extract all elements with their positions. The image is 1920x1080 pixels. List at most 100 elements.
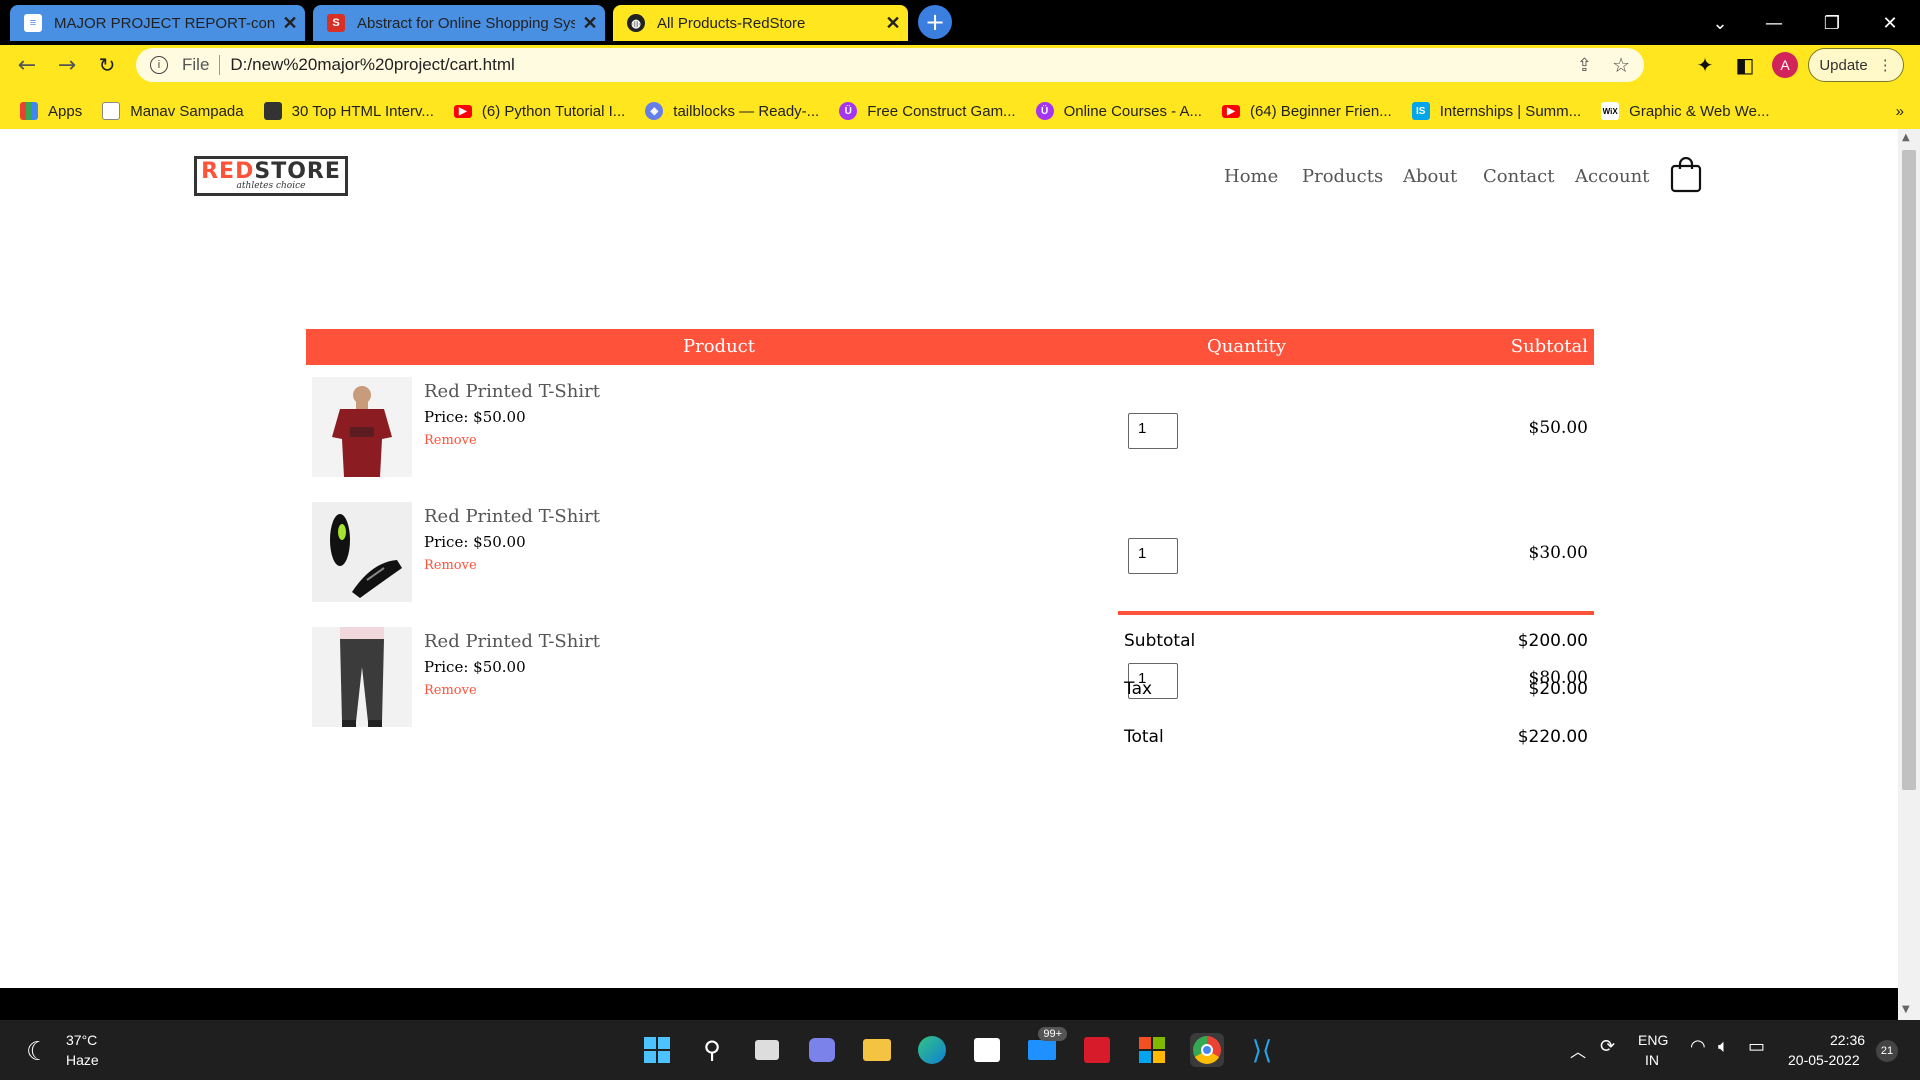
- bookmark-label: Manav Sampada: [130, 102, 244, 120]
- close-icon[interactable]: ✕: [275, 13, 305, 34]
- new-tab-button[interactable]: +: [918, 5, 952, 39]
- volume-icon[interactable]: 🔈︎: [1718, 1036, 1729, 1057]
- bookmark-online-courses[interactable]: Ü Online Courses - A...: [1035, 102, 1202, 120]
- logo-tagline: athletes choice: [236, 181, 306, 191]
- language-label[interactable]: ENG: [1638, 1032, 1668, 1048]
- bookmark-tailblocks[interactable]: ◈ tailblocks — Ready-...: [645, 102, 819, 120]
- cart-bag-icon[interactable]: [1670, 157, 1702, 193]
- moon-weather-icon[interactable]: ☾: [26, 1036, 49, 1067]
- close-icon[interactable]: ✕: [878, 13, 908, 34]
- close-icon[interactable]: ✕: [575, 13, 605, 34]
- remove-link[interactable]: Remove: [424, 558, 477, 573]
- product-name[interactable]: Red Printed T-Shirt: [424, 631, 600, 652]
- overflow-label: »: [1895, 102, 1904, 120]
- nav-account[interactable]: Account: [1575, 166, 1649, 187]
- restore-button[interactable]: ❐: [1812, 8, 1852, 38]
- address-bar[interactable]: i File D:/new%20major%20project/cart.htm…: [136, 48, 1644, 82]
- bookmark-graphic-web[interactable]: WiX Graphic & Web We...: [1601, 102, 1770, 120]
- bookmark-label: Internships | Summ...: [1439, 102, 1582, 120]
- back-icon[interactable]: ←: [12, 50, 42, 80]
- cart-row: Red Printed T-Shirt Price: $50.00 Remove…: [306, 621, 1594, 731]
- bookmarks-overflow-button[interactable]: »: [1896, 103, 1904, 120]
- bookmark-label: Apps: [48, 102, 83, 120]
- tab-title: Abstract for Online Shopping Sys: [357, 14, 575, 32]
- minimize-button[interactable]: —: [1754, 8, 1794, 38]
- divider: [219, 55, 221, 75]
- bookmark-python-tutorial[interactable]: ▶ (6) Python Tutorial I...: [453, 103, 625, 120]
- header-product: Product: [683, 336, 755, 357]
- scrollbar-thumb[interactable]: [1902, 150, 1916, 790]
- vscode-icon[interactable]: ⟩⟨: [1245, 1033, 1279, 1067]
- info-icon[interactable]: i: [150, 56, 168, 74]
- bookmark-manav-sampada[interactable]: Manav Sampada: [102, 102, 244, 120]
- bookmark-label: Graphic & Web We...: [1629, 102, 1770, 120]
- bookmark-free-construct[interactable]: Ü Free Construct Gam...: [839, 102, 1016, 120]
- totals-value: $200.00: [1517, 631, 1588, 651]
- bookmark-label: 30 Top HTML Interv...: [291, 102, 434, 120]
- product-image-red-tshirt: [312, 377, 412, 477]
- weather-desc[interactable]: Haze: [66, 1052, 99, 1068]
- redstore-logo[interactable]: REDSTORE athletes choice: [194, 156, 348, 196]
- teams-chat-icon[interactable]: [805, 1033, 839, 1067]
- share-icon[interactable]: ⇪: [1577, 55, 1592, 76]
- bookmark-internships[interactable]: IS Internships | Summ...: [1411, 102, 1582, 120]
- windows-start-icon[interactable]: [640, 1033, 674, 1067]
- remove-link[interactable]: Remove: [424, 433, 477, 448]
- scroll-down-icon[interactable]: ▼: [1902, 1004, 1910, 1015]
- tab-all-products-redstore[interactable]: ◍ All Products-RedStore ✕: [613, 5, 908, 41]
- tab-abstract-online-shopping[interactable]: S Abstract for Online Shopping Sys ✕: [313, 5, 605, 41]
- nav-home[interactable]: Home: [1224, 166, 1278, 187]
- bookmark-beginner-friendly[interactable]: ▶ (64) Beginner Frien...: [1221, 103, 1392, 120]
- battery-icon[interactable]: ▭: [1748, 1036, 1765, 1057]
- product-name[interactable]: Red Printed T-Shirt: [424, 381, 600, 402]
- s-app-icon: S: [327, 14, 345, 32]
- tailblocks-icon: ◈: [645, 102, 664, 120]
- url-text[interactable]: D:/new%20major%20project/cart.html: [230, 55, 514, 75]
- side-panel-icon[interactable]: ◧: [1730, 50, 1760, 80]
- microsoft-store-icon[interactable]: [970, 1033, 1004, 1067]
- sync-icon[interactable]: ⟳: [1600, 1036, 1615, 1057]
- region-label[interactable]: IN: [1645, 1052, 1659, 1068]
- windows-taskbar: ☾ 37°C Haze ⚲ 99+ ⟩⟨ ︿ ⟳ ENG IN ◠ 🔈︎ ▭ 2…: [0, 1020, 1920, 1080]
- notification-count[interactable]: 21: [1876, 1040, 1898, 1062]
- nav-products[interactable]: Products: [1302, 166, 1383, 187]
- tab-search-chevron-icon[interactable]: ⌄: [1700, 8, 1740, 38]
- mail-badge: 99+: [1038, 1027, 1067, 1041]
- bookmark-html-interview[interactable]: 30 Top HTML Interv...: [263, 102, 434, 120]
- update-button[interactable]: Update ⋮: [1808, 48, 1904, 82]
- remove-link[interactable]: Remove: [424, 683, 477, 698]
- forward-icon[interactable]: →: [52, 50, 82, 80]
- scroll-up-icon[interactable]: ▲: [1902, 132, 1910, 143]
- nav-about[interactable]: About: [1403, 166, 1457, 187]
- totals-value: $20.00: [1528, 679, 1588, 699]
- udemy-icon: Ü: [839, 102, 858, 120]
- site-icon: [263, 102, 282, 120]
- tab-major-project-report[interactable]: ≡ MAJOR PROJECT REPORT-conver ✕: [10, 5, 305, 41]
- bookmark-star-icon[interactable]: ☆: [1612, 53, 1630, 77]
- wifi-icon[interactable]: ◠: [1690, 1036, 1706, 1057]
- quantity-input[interactable]: 1: [1128, 538, 1178, 574]
- edge-browser-icon[interactable]: [915, 1033, 949, 1067]
- cart-row: Red Printed T-Shirt Price: $50.00 Remove…: [306, 496, 1594, 606]
- task-view-icon[interactable]: [750, 1033, 784, 1067]
- mail-icon[interactable]: 99+: [1025, 1027, 1067, 1067]
- gift-app-icon[interactable]: [1080, 1033, 1114, 1067]
- profile-avatar[interactable]: A: [1770, 50, 1800, 80]
- weather-temp[interactable]: 37°C: [66, 1032, 97, 1048]
- bookmarks-bar: Apps Manav Sampada 30 Top HTML Interv...…: [0, 93, 1920, 129]
- clock-time[interactable]: 22:36: [1830, 1032, 1865, 1048]
- quantity-input[interactable]: 1: [1128, 413, 1178, 449]
- chrome-icon[interactable]: [1190, 1033, 1224, 1067]
- file-explorer-icon[interactable]: [860, 1033, 894, 1067]
- extensions-icon[interactable]: ✦: [1690, 50, 1720, 80]
- bookmark-apps[interactable]: Apps: [20, 102, 82, 120]
- search-icon[interactable]: ⚲: [695, 1033, 729, 1067]
- totals-value: $220.00: [1517, 727, 1588, 747]
- office-app-icon[interactable]: [1135, 1033, 1169, 1067]
- product-name[interactable]: Red Printed T-Shirt: [424, 506, 600, 527]
- reload-icon[interactable]: ↻: [92, 50, 122, 80]
- nav-contact[interactable]: Contact: [1483, 166, 1554, 187]
- chevron-up-icon[interactable]: ︿: [1570, 1038, 1586, 1062]
- clock-date[interactable]: 20-05-2022: [1788, 1052, 1860, 1068]
- close-window-button[interactable]: ✕: [1870, 8, 1910, 38]
